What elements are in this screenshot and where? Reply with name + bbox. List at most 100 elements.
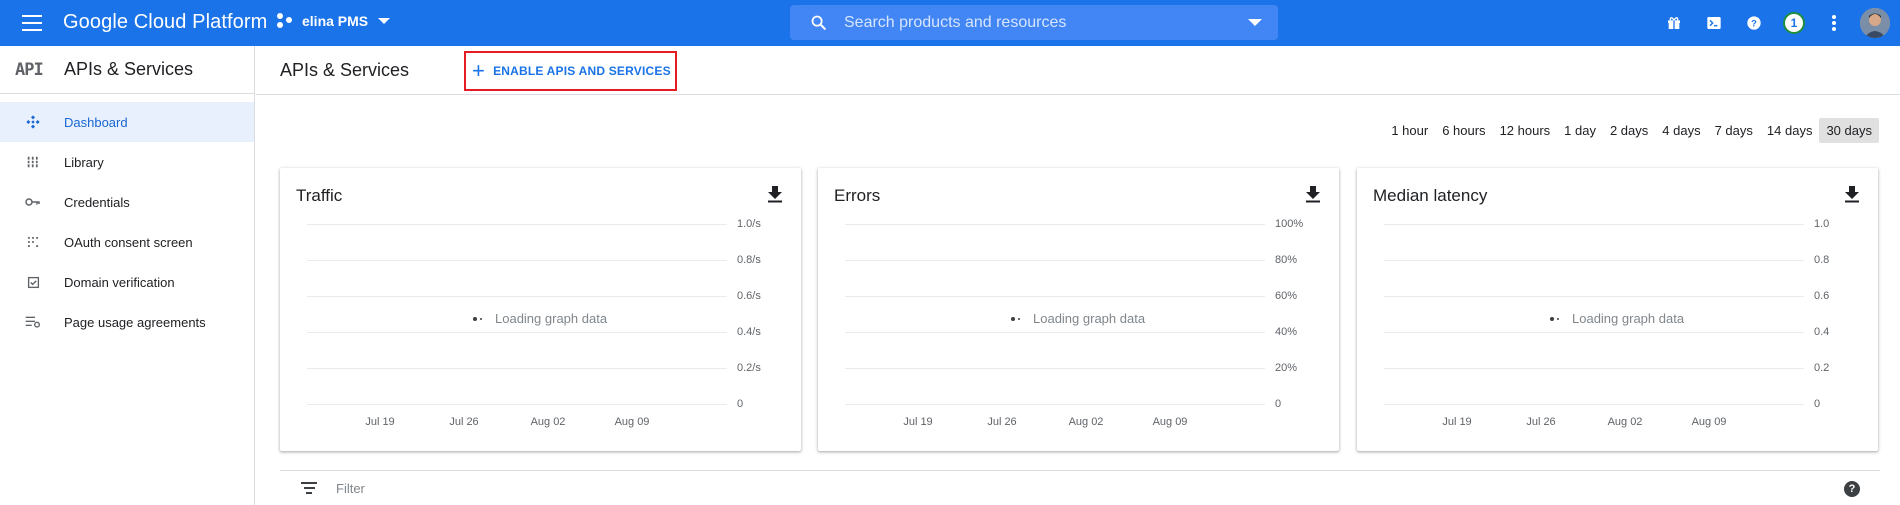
more-vert-icon[interactable] xyxy=(1814,3,1854,43)
project-selector[interactable]: elina PMS xyxy=(277,12,391,30)
x-tick-label: Aug 02 xyxy=(1068,416,1104,428)
range-30-days[interactable]: 30 days xyxy=(1819,118,1879,143)
range-2-days[interactable]: 2 days xyxy=(1603,118,1655,143)
gridline xyxy=(307,368,727,369)
card-title: Traffic xyxy=(296,186,343,205)
range-1-day[interactable]: 1 day xyxy=(1557,118,1603,143)
y-tick-label: 0.4 xyxy=(1814,326,1830,338)
sidebar-header: API APIs & Services xyxy=(0,46,254,94)
range-6-hours[interactable]: 6 hours xyxy=(1435,118,1492,143)
gridline xyxy=(1384,332,1804,333)
x-tick-label: Jul 26 xyxy=(987,416,1017,428)
sidebar-item-label: OAuth consent screen xyxy=(64,234,193,250)
range-4-days[interactable]: 4 days xyxy=(1655,118,1707,143)
gridline xyxy=(845,404,1265,405)
brand-title[interactable]: Google Cloud Platform xyxy=(63,11,267,34)
gridline xyxy=(1384,224,1804,225)
toolbar-icons: ? 1 xyxy=(1654,0,1900,46)
download-icon[interactable] xyxy=(1844,185,1862,203)
y-tick-label: 80% xyxy=(1275,254,1298,266)
y-tick-label: 0.8 xyxy=(1814,254,1830,266)
y-tick-label: 1.0/s xyxy=(737,218,761,230)
sidebar-title: APIs & Services xyxy=(64,59,194,79)
y-tick-label: 0 xyxy=(1814,398,1821,410)
y-tick-label: 0.6/s xyxy=(737,290,761,302)
filter-bar: ? xyxy=(280,470,1880,505)
search-bar[interactable] xyxy=(790,5,1278,40)
x-tick-label: Aug 09 xyxy=(614,416,650,428)
y-tick-label: 0 xyxy=(1275,398,1282,410)
dashboard-icon xyxy=(22,114,44,130)
x-tick-label: Jul 19 xyxy=(1442,416,1472,428)
oauth-icon xyxy=(22,235,44,249)
sidebar-item-library[interactable]: Library xyxy=(0,142,254,182)
range-1-hour[interactable]: 1 hour xyxy=(1384,118,1435,143)
filter-input[interactable] xyxy=(336,480,636,496)
gift-icon[interactable] xyxy=(1654,3,1694,43)
y-tick-label: 0.2 xyxy=(1814,362,1830,374)
loading-indicator: Loading graph data xyxy=(1550,311,1684,326)
svg-text:?: ? xyxy=(1751,18,1757,28)
plus-icon: + xyxy=(472,58,486,83)
loading-text: Loading graph data xyxy=(495,311,608,326)
download-icon[interactable] xyxy=(1305,185,1323,203)
gridline xyxy=(307,404,727,405)
help-icon[interactable]: ? xyxy=(1734,3,1774,43)
x-tick-label: Aug 02 xyxy=(1607,416,1643,428)
x-tick-label: Jul 19 xyxy=(365,416,395,428)
x-tick-label: Jul 26 xyxy=(449,416,479,428)
sidebar: API APIs & Services Dashboard Library Cr… xyxy=(0,46,255,505)
help-icon[interactable]: ? xyxy=(1844,481,1860,497)
range-14-days[interactable]: 14 days xyxy=(1760,118,1820,143)
gridline xyxy=(307,224,727,225)
avatar[interactable] xyxy=(1860,8,1890,38)
loading-indicator: Loading graph data xyxy=(1011,311,1145,326)
sidebar-item-credentials[interactable]: Credentials xyxy=(0,182,254,222)
y-tick-label: 0 xyxy=(737,398,744,410)
gridline xyxy=(845,224,1265,225)
sidebar-item-oauth-consent-screen[interactable]: OAuth consent screen xyxy=(0,222,254,262)
y-tick-label: 60% xyxy=(1275,290,1298,302)
chart-card-median-latency: Median latency 1.0 0.8 0.6 0.4 0.2 0 Jul 19 Jul … xyxy=(1357,168,1878,451)
enable-apis-button[interactable]: + ENABLE APIS AND SERVICES xyxy=(464,51,677,91)
gridline xyxy=(1384,260,1804,261)
download-icon[interactable] xyxy=(767,185,785,203)
gridline xyxy=(1384,404,1804,405)
y-tick-label: 0.4/s xyxy=(737,326,761,338)
time-range-selector: 1 hour 6 hours 12 hours 1 day 2 days 4 d… xyxy=(1384,118,1879,143)
spinner-icon xyxy=(473,315,485,323)
search-dropdown-icon[interactable] xyxy=(1248,19,1262,26)
sidebar-item-page-usage-agreements[interactable]: Page usage agreements xyxy=(0,302,254,342)
chart-card-traffic: Traffic 1.0/s 0.8/s 0.6/s 0.4/s 0.2/s 0 Jul 19 J… xyxy=(280,168,801,451)
y-tick-label: 0.6 xyxy=(1814,290,1830,302)
settings-list-icon xyxy=(22,315,44,329)
range-7-days[interactable]: 7 days xyxy=(1708,118,1760,143)
page-header: APIs & Services + ENABLE APIS AND SERVIC… xyxy=(256,46,1900,95)
y-tick-label: 20% xyxy=(1275,362,1298,374)
search-input[interactable] xyxy=(838,5,1248,40)
menu-icon[interactable] xyxy=(20,12,44,34)
sidebar-item-label: Credentials xyxy=(64,194,130,210)
range-12-hours[interactable]: 12 hours xyxy=(1493,118,1558,143)
sidebar-item-dashboard[interactable]: Dashboard xyxy=(0,102,254,142)
gridline xyxy=(307,296,727,297)
cloud-shell-icon[interactable] xyxy=(1694,3,1734,43)
sidebar-item-label: Page usage agreements xyxy=(64,314,206,330)
filter-icon[interactable] xyxy=(300,481,318,496)
x-tick-label: Aug 02 xyxy=(530,416,566,428)
gridline xyxy=(845,260,1265,261)
card-title: Median latency xyxy=(1373,186,1488,205)
y-tick-label: 40% xyxy=(1275,326,1298,338)
enable-apis-label: ENABLE APIS AND SERVICES xyxy=(493,64,671,78)
notifications-icon[interactable]: 1 xyxy=(1774,3,1814,43)
top-app-bar: Google Cloud Platform elina PMS ? 1 xyxy=(0,0,1900,46)
y-tick-label: 0.2/s xyxy=(737,362,761,374)
gridline xyxy=(845,332,1265,333)
sidebar-item-domain-verification[interactable]: Domain verification xyxy=(0,262,254,302)
spinner-icon xyxy=(1550,315,1562,323)
card-title: Errors xyxy=(834,186,881,205)
project-name: elina PMS xyxy=(302,13,369,29)
chevron-down-icon xyxy=(378,18,391,24)
checkbox-icon xyxy=(22,276,44,289)
key-icon xyxy=(22,196,44,208)
